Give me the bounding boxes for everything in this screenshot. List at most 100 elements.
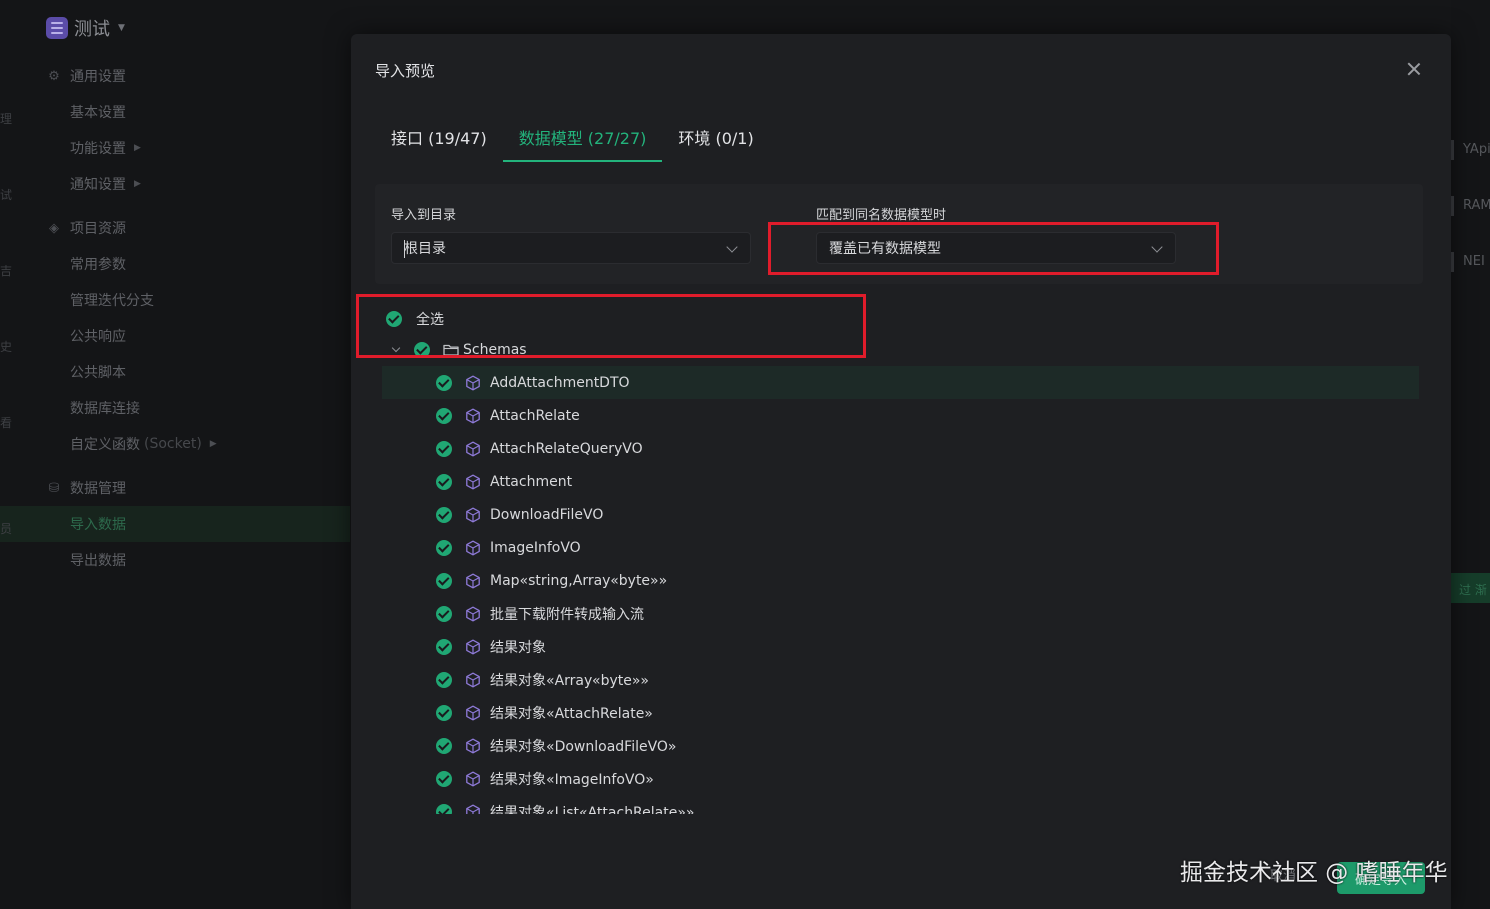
sidebar-item[interactable]: 导入数据 (0, 506, 350, 542)
model-item-row[interactable]: 结果对象«AttachRelate» (351, 696, 1451, 729)
import-dir-value: 根目录 (404, 241, 446, 257)
model-item-checkbox[interactable] (436, 638, 452, 655)
annotation-highlight-conflict (768, 222, 1219, 275)
model-item-label: 结果对象«ImageInfoVO» (490, 771, 654, 788)
sidebar-item[interactable]: 通知设置 ▶ (0, 166, 350, 202)
tab-2[interactable]: 环境 (0/1) (662, 112, 769, 162)
model-item-label: 结果对象«AttachRelate» (490, 705, 653, 722)
model-item-row[interactable]: AttachRelateQueryVO (351, 432, 1451, 465)
cube-icon-svg (466, 804, 480, 814)
model-item-checkbox[interactable] (436, 440, 452, 457)
sidebar-item[interactable]: 数据库连接 (0, 390, 350, 426)
cube-icon-svg (466, 738, 480, 753)
sidebar-item[interactable]: 导出数据 (0, 542, 350, 578)
model-item-row[interactable]: 批量下载附件转成输入流 (351, 597, 1451, 630)
model-item-row[interactable]: Map«string,Array«byte»» (351, 564, 1451, 597)
sidebar-item[interactable]: 功能设置 ▶ (0, 130, 350, 166)
cube-icon (465, 804, 481, 814)
cube-icon (465, 441, 481, 457)
cube-icon-svg (466, 507, 480, 522)
sidebar-item[interactable]: 公共脚本 (0, 354, 350, 390)
model-item-label: 结果对象«DownloadFileVO» (490, 738, 677, 755)
sidebar-item-label: 自定义函数 (70, 437, 140, 453)
import-dir-select[interactable]: 根目录 (391, 232, 751, 264)
model-item-row[interactable]: DownloadFileVO (351, 498, 1451, 531)
model-item-label: AttachRelateQueryVO (490, 440, 643, 457)
sidebar-group: ⚙ 通用设置 (0, 58, 350, 94)
workspace-logo-icon (46, 17, 68, 39)
sidebar-group-label: 通用设置 (70, 69, 126, 85)
model-item-checkbox[interactable] (436, 770, 452, 787)
cube-icon-svg (466, 606, 480, 621)
model-item-row[interactable]: Attachment (351, 465, 1451, 498)
cube-icon (465, 375, 481, 391)
model-item-label: 结果对象 (490, 639, 546, 656)
model-item-label: Map«string,Array«byte»» (490, 572, 668, 589)
sidebar-item-label: 基本设置 (70, 105, 126, 121)
model-item-row[interactable]: 结果对象 (351, 630, 1451, 663)
chevron-right-icon: ▶ (134, 179, 141, 189)
model-item-row[interactable]: ImageInfoVO (351, 531, 1451, 564)
model-item-row[interactable]: AddAttachmentDTO (382, 366, 1419, 399)
tab-0[interactable]: 接口 (19/47) (375, 112, 503, 162)
sidebar-item-label: 通知设置 (70, 177, 126, 193)
layers-icon: ◈ (49, 220, 59, 236)
cube-icon (465, 474, 481, 490)
import-dir-label: 导入到目录 (391, 208, 457, 223)
model-item-checkbox[interactable] (436, 704, 452, 721)
cube-icon (465, 408, 481, 424)
tab-1[interactable]: 数据模型 (27/27) (502, 112, 663, 162)
cube-icon (465, 507, 481, 523)
sidebar: 测试 ▼ ⚙ 通用设置 基本设置 功能设置 ▶ 通知设置 ▶ ◈ 项目资源 常用参数 管理迭代分支公… (0, 0, 350, 909)
model-item-checkbox[interactable] (436, 671, 452, 688)
app-root: 测试 ▼ ⚙ 通用设置 基本设置 功能设置 ▶ 通知设置 ▶ ◈ 项目资源 常用参数 管理迭代分支公… (0, 0, 1490, 909)
model-item-checkbox[interactable] (436, 572, 452, 589)
sidebar-item-label: 公共响应 (70, 329, 126, 345)
model-item-checkbox[interactable] (436, 374, 452, 391)
sidebar-group-label: 数据管理 (70, 481, 126, 497)
sidebar-group: ◈ 项目资源 (0, 210, 350, 246)
sidebar-item[interactable]: 管理迭代分支 (0, 282, 350, 318)
database-icon: ⛁ (48, 480, 60, 496)
workspace-title: 测试 (74, 19, 110, 40)
sidebar-group-label: 项目资源 (70, 221, 126, 237)
cube-icon (465, 672, 481, 688)
model-item-checkbox[interactable] (436, 506, 452, 523)
model-item-label: DownloadFileVO (490, 506, 604, 523)
tab-bar: 接口 (19/47) 数据模型 (27/27) 环境 (0/1) (375, 112, 770, 162)
cube-icon-svg (466, 672, 480, 687)
model-item-checkbox[interactable] (436, 737, 452, 754)
model-item-label: AddAttachmentDTO (490, 374, 630, 391)
sidebar-item[interactable]: 自定义函数 (Socket) ▶ (0, 426, 350, 462)
clipped-label: 员 (0, 522, 13, 536)
model-item-label: ImageInfoVO (490, 539, 581, 556)
model-item-row[interactable]: 结果对象«ImageInfoVO» (351, 762, 1451, 795)
model-item-row[interactable]: 结果对象«DownloadFileVO» (351, 729, 1451, 762)
close-icon[interactable] (1403, 58, 1425, 80)
model-item-row[interactable]: AttachRelate (351, 399, 1451, 432)
model-item-checkbox[interactable] (436, 473, 452, 490)
cube-icon-svg (466, 441, 480, 456)
model-item-checkbox[interactable] (436, 539, 452, 556)
text-cursor (404, 240, 405, 258)
cube-icon-svg (466, 474, 480, 489)
model-item-row[interactable]: 结果对象«Array«byte»» (351, 663, 1451, 696)
sidebar-item[interactable]: 基本设置 (0, 94, 350, 130)
workspace-header[interactable]: 测试 ▼ (46, 14, 125, 42)
sidebar-item-label: 管理迭代分支 (70, 293, 154, 309)
cube-icon-svg (466, 408, 480, 423)
sidebar-item-label: 常用参数 (70, 257, 126, 273)
sidebar-item[interactable]: 公共响应 (0, 318, 350, 354)
model-item-checkbox[interactable] (436, 605, 452, 622)
cube-icon-svg (466, 639, 480, 654)
chevron-right-icon: ▶ (209, 439, 217, 449)
peek-item: RAM (1463, 198, 1490, 213)
model-item-label: Attachment (490, 473, 573, 490)
model-item-row[interactable]: 结果对象«List«AttachRelate»» (351, 795, 1451, 814)
sidebar-group: ⛁ 数据管理 (0, 470, 350, 506)
peek-marker (1451, 140, 1454, 160)
cube-icon (465, 771, 481, 787)
sidebar-item[interactable]: 常用参数 (0, 246, 350, 282)
model-item-checkbox[interactable] (436, 803, 452, 814)
model-item-checkbox[interactable] (436, 407, 452, 424)
